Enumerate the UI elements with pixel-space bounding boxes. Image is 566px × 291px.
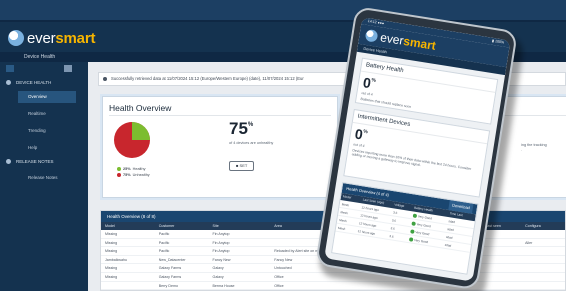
table-cell: Jambalkwahu	[105, 257, 127, 262]
table-cell: Pacific	[158, 232, 170, 236]
table-cell: Galaxy	[212, 266, 224, 271]
table-cell: Galaxy	[212, 274, 224, 279]
healthy-dot-icon	[117, 167, 121, 171]
table-cell: New_Datacenter	[158, 257, 186, 262]
status-dot-icon	[412, 213, 418, 218]
table-cell: Pacific	[158, 249, 170, 254]
table-cell: Fancy New	[212, 257, 231, 262]
pie-slice-healthy	[132, 122, 150, 140]
logo-text: eversmart	[27, 29, 96, 47]
table-cell: Fin Anytop	[212, 240, 230, 245]
status-dot-icon	[410, 228, 415, 234]
table-cell: Missing	[105, 274, 118, 279]
table-cell: Missing	[105, 232, 118, 236]
intermittent-devices-card: Intermittent Devices 0% out of 4 Devices…	[343, 108, 491, 198]
phone-screen: 14:12 ●●● ▮ 100% eversmart Device Health…	[324, 17, 511, 282]
unhealthy-percent: 75%	[229, 119, 254, 138]
legend-label: Healthy	[132, 167, 146, 171]
marketing-composite: eversmart Device Health DEVICE HEALTH Ov…	[0, 0, 566, 291]
table-cell: Fin Anytop	[212, 249, 230, 254]
sidebar-item-trending[interactable]: Trending	[18, 125, 76, 137]
second-card-right-1: ing the tracking	[521, 143, 547, 147]
table-cell: Berma House	[212, 283, 235, 288]
legend-healthy: 25% Healthy	[117, 167, 145, 171]
battery-health-label: Very Good	[413, 237, 429, 244]
page-subtitle: Device Health	[24, 54, 56, 60]
table-cell	[521, 264, 565, 272]
app-logo[interactable]: eversmart	[8, 28, 95, 48]
sidebar-section-device-health[interactable]: DEVICE HEALTH	[6, 80, 51, 85]
sidebar: DEVICE HEALTH Overview Realtime Trending…	[0, 62, 88, 291]
status-dot-icon	[408, 236, 414, 242]
top-banner	[0, 0, 566, 22]
card-title: Health Overview	[109, 103, 172, 113]
table-cell: Missing	[105, 240, 118, 245]
legend-pct: 25%	[123, 167, 131, 171]
col-header[interactable]: Site	[209, 222, 271, 230]
status-dot-icon	[411, 220, 417, 226]
sidebar-item-help[interactable]: Help	[18, 142, 76, 154]
legend-unhealthy: 75% Unhealthy	[117, 173, 150, 177]
health-overview-card: Health Overview 25% Healthy 75% Unhealth…	[102, 96, 338, 198]
table-cell: Aller	[525, 240, 533, 245]
table-cell: Berry Demo	[158, 283, 178, 288]
col-header[interactable]: Customer	[155, 222, 209, 230]
table-cell: Missing	[105, 249, 118, 254]
table-cell	[521, 273, 565, 281]
legend-pct: 75%	[123, 173, 131, 177]
unhealthy-caption: of 4 devices are unhealthy	[229, 141, 274, 145]
sidebar-section-label: DEVICE HEALTH	[16, 80, 52, 85]
sidebar-item-release-notes[interactable]: Release Notes	[18, 172, 76, 184]
menu-toggle-icon[interactable]	[6, 65, 14, 72]
table-cell	[521, 247, 565, 255]
sidebar-item-realtime[interactable]: Realtime	[18, 108, 76, 120]
table-cell	[101, 282, 155, 290]
sidebar-section-label: RELEASE NOTES	[16, 159, 54, 164]
health-pie-chart	[114, 122, 150, 158]
table-cell: Fin Anytop	[212, 232, 230, 236]
release-notes-icon	[6, 159, 11, 164]
table-cell: Pacific	[158, 240, 170, 245]
card-divider	[109, 115, 331, 116]
logo-icon	[364, 28, 379, 43]
legend-label: Unhealthy	[132, 173, 150, 177]
table-cell	[521, 282, 565, 290]
table-cell	[521, 256, 565, 264]
phone-health-table: Health Overview (4 of 4) Download Model …	[331, 182, 479, 275]
col-header[interactable]: Model	[101, 222, 155, 230]
table-cell: Missing	[105, 266, 118, 271]
table-cell: Galaxy Farms	[158, 266, 182, 271]
logo-icon	[8, 30, 24, 46]
col-header[interactable]: Configura	[521, 222, 565, 230]
unhealthy-dot-icon	[117, 173, 121, 177]
sidebar-collapse-icon[interactable]	[64, 65, 72, 72]
device-health-icon	[6, 80, 11, 85]
table-cell: Galaxy Farms	[158, 274, 182, 279]
sidebar-section-release-notes[interactable]: RELEASE NOTES	[6, 159, 54, 164]
set-button[interactable]: ■ SET	[229, 161, 255, 171]
table-cell	[521, 230, 565, 238]
second-card-right-2: .	[521, 148, 523, 152]
sidebar-item-overview[interactable]: Overview	[18, 91, 76, 103]
table-row[interactable]: Berry Demo Berma House Office	[101, 282, 565, 290]
